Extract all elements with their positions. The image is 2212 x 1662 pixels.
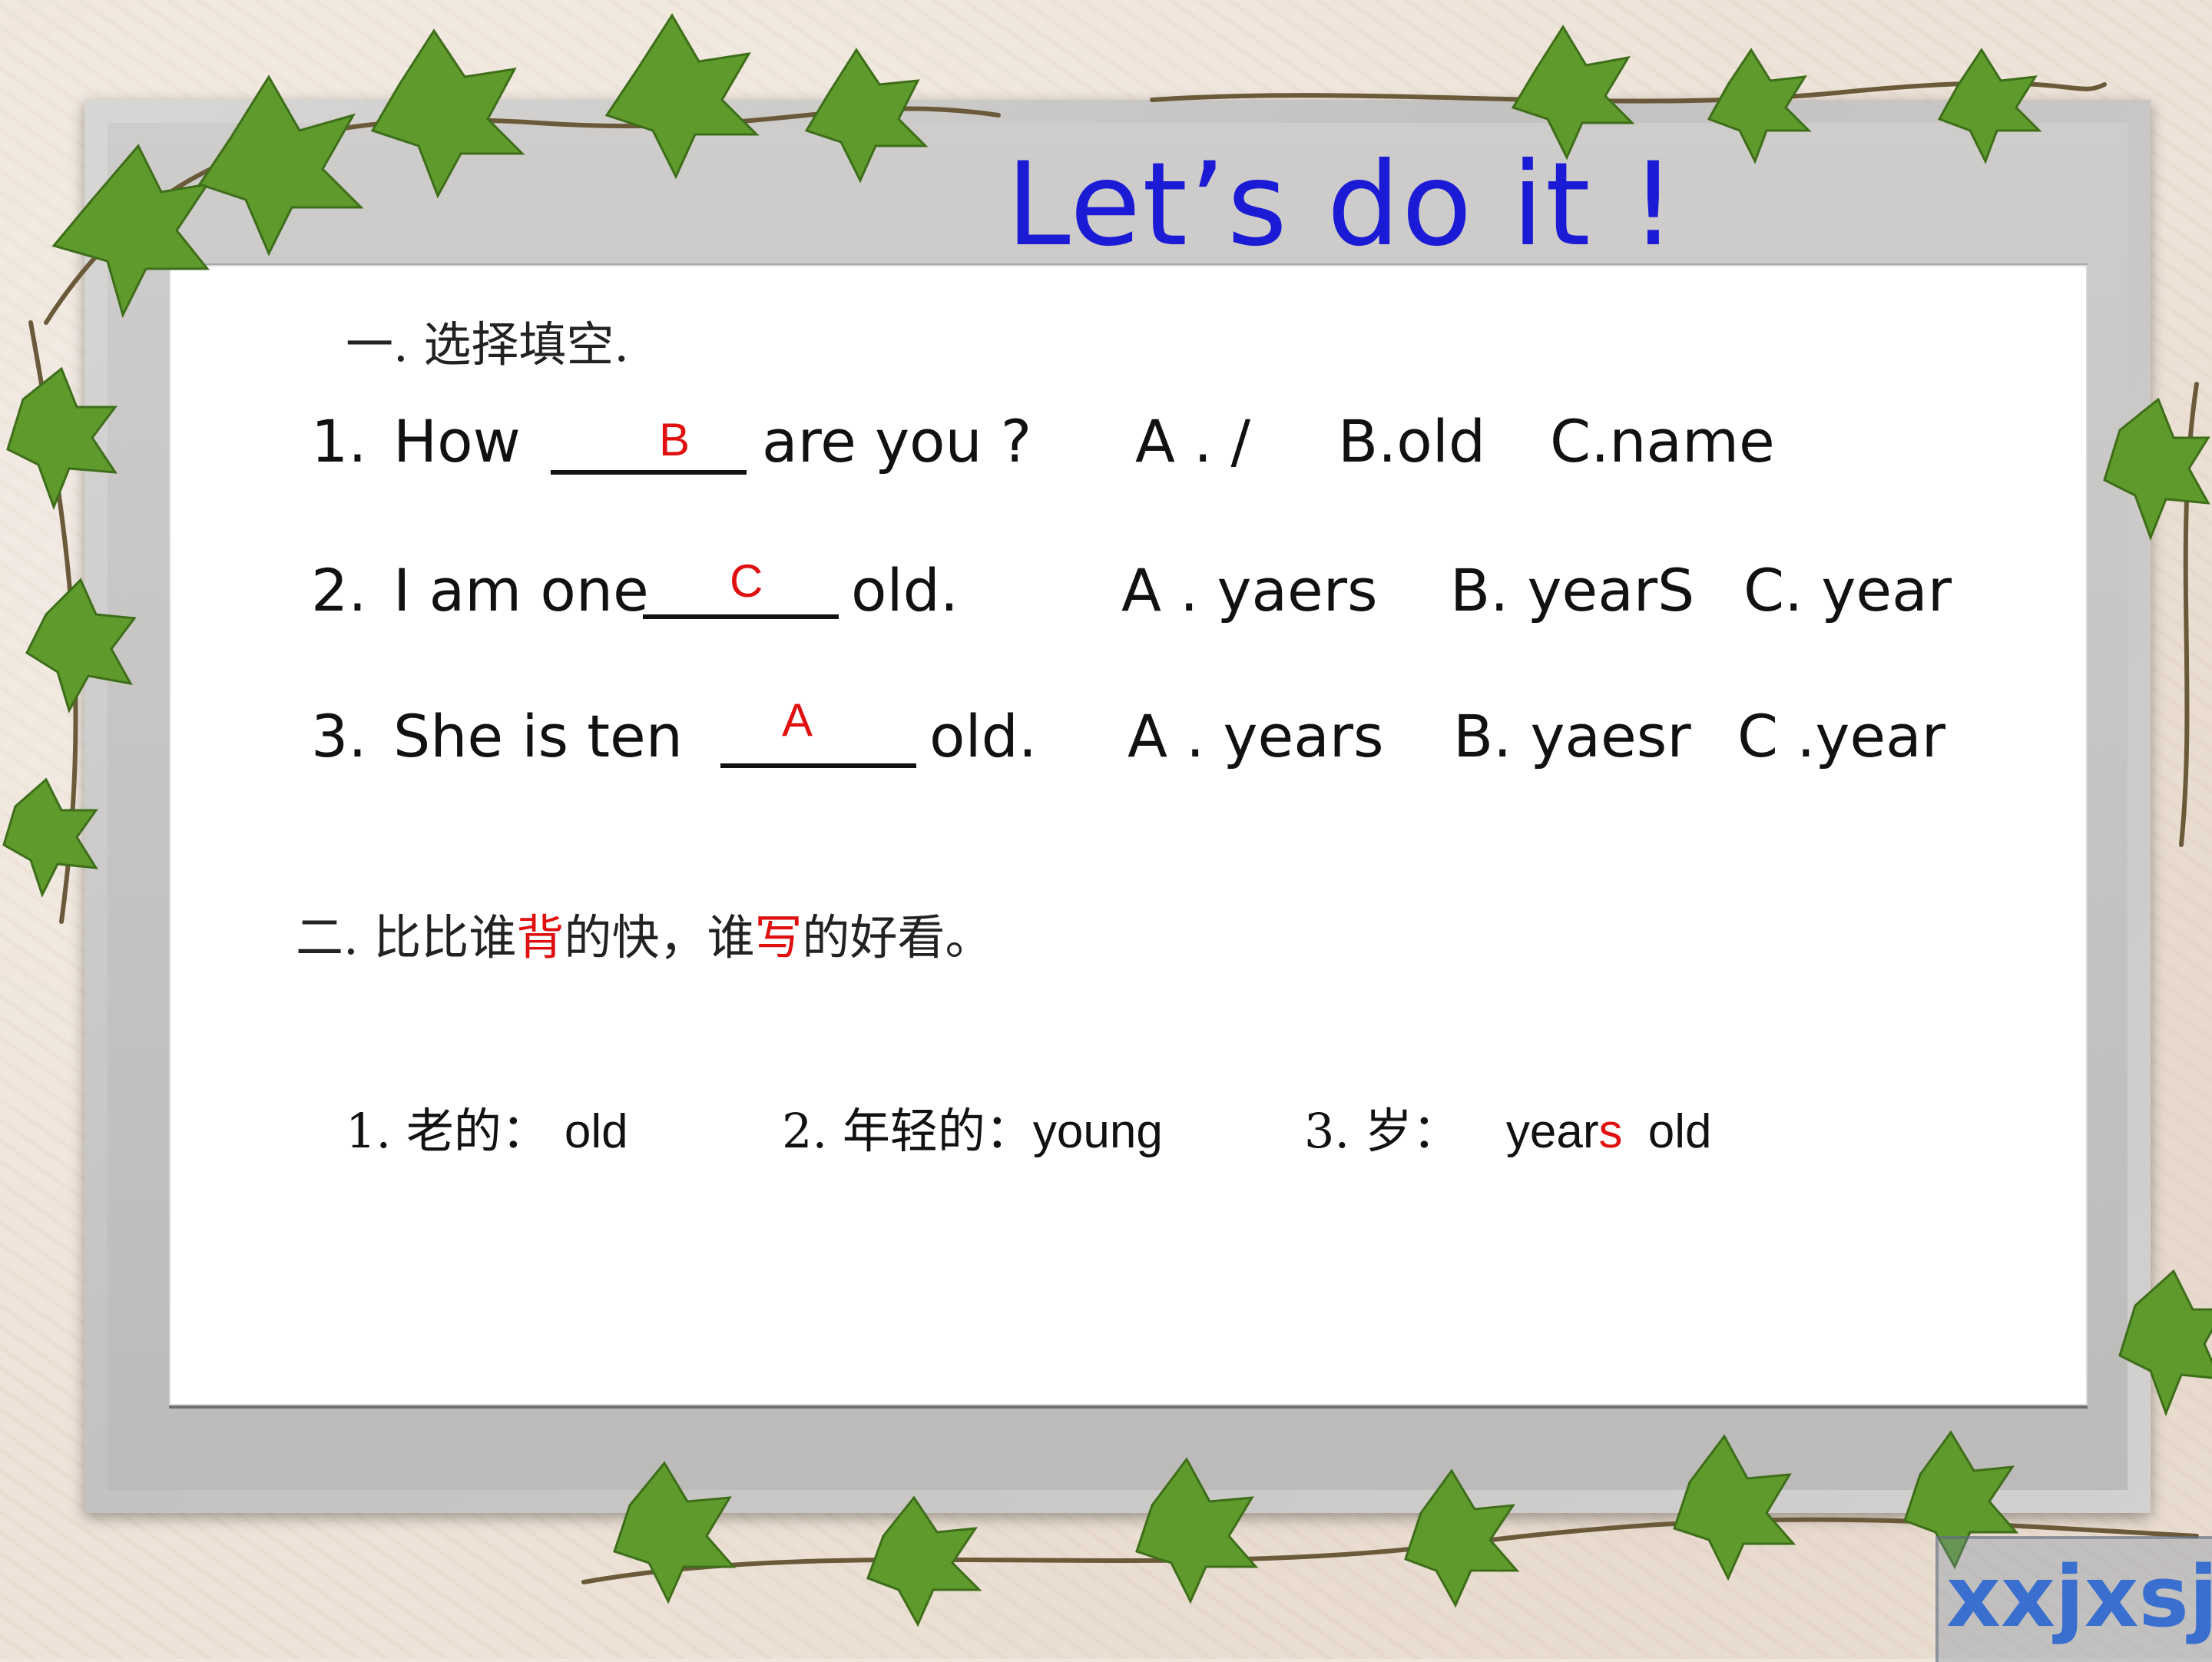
vocab-item-1: 1. 老的： old	[346, 1092, 628, 1161]
answer-blank	[720, 763, 916, 768]
vocab-word: year	[1505, 1105, 1599, 1158]
heading-text: 的快，谁	[564, 909, 755, 965]
vocab-label: 1. 老的：	[346, 1103, 549, 1159]
question-text-before: She is ten	[393, 702, 683, 770]
option-b: B. yearS	[1450, 556, 1695, 624]
question-number: 2.	[311, 556, 367, 624]
option-c: C.name	[1550, 407, 1775, 475]
section-1-heading: 一. 选择填空.	[346, 316, 630, 372]
vocab-word: old	[1634, 1105, 1712, 1158]
answer-text: A	[782, 694, 813, 746]
section-2-heading: 二. 比比谁背的快，谁写的好看。	[296, 899, 992, 968]
question-text-after: old.	[929, 702, 1038, 770]
question-text-before: How	[393, 407, 521, 475]
heading-highlight: 背	[516, 909, 565, 965]
heading-text: 二. 比比谁	[296, 909, 517, 965]
answer-text: C	[730, 555, 763, 607]
question-number: 1.	[311, 407, 367, 475]
question-text-after: old.	[851, 556, 959, 624]
vocab-label: 3. 岁：	[1304, 1103, 1460, 1159]
heading-highlight: 写	[754, 909, 803, 965]
vocab-word-highlight: s	[1598, 1105, 1623, 1158]
question-text-after: are you ?	[762, 407, 1032, 475]
vocab-label: 2. 年轻的：	[782, 1103, 1033, 1159]
site-watermark: xxjxsj.cn	[1936, 1536, 2212, 1662]
vocab-item-2: 2. 年轻的：young	[782, 1092, 1163, 1161]
vocab-word: old	[564, 1105, 628, 1158]
option-a: A . yaers	[1121, 556, 1378, 624]
option-c: C .year	[1737, 702, 1945, 770]
option-a: A . years	[1128, 702, 1384, 770]
option-c: C. year	[1743, 556, 1952, 624]
page-title: Let’s do it !	[1006, 138, 1678, 272]
heading-text: 的好看。	[802, 909, 993, 965]
question-text-before: I am one	[393, 556, 649, 624]
answer-blank	[551, 470, 747, 475]
vocab-word: young	[1032, 1105, 1163, 1158]
answer-blank	[643, 614, 839, 619]
option-a: A . /	[1135, 407, 1251, 475]
answer-text: B	[659, 414, 690, 465]
question-number: 3.	[311, 702, 367, 770]
option-b: B.old	[1338, 407, 1486, 475]
vocab-item-3: 3. 岁： years old	[1304, 1092, 1711, 1161]
option-b: B. yaesr	[1453, 702, 1691, 770]
